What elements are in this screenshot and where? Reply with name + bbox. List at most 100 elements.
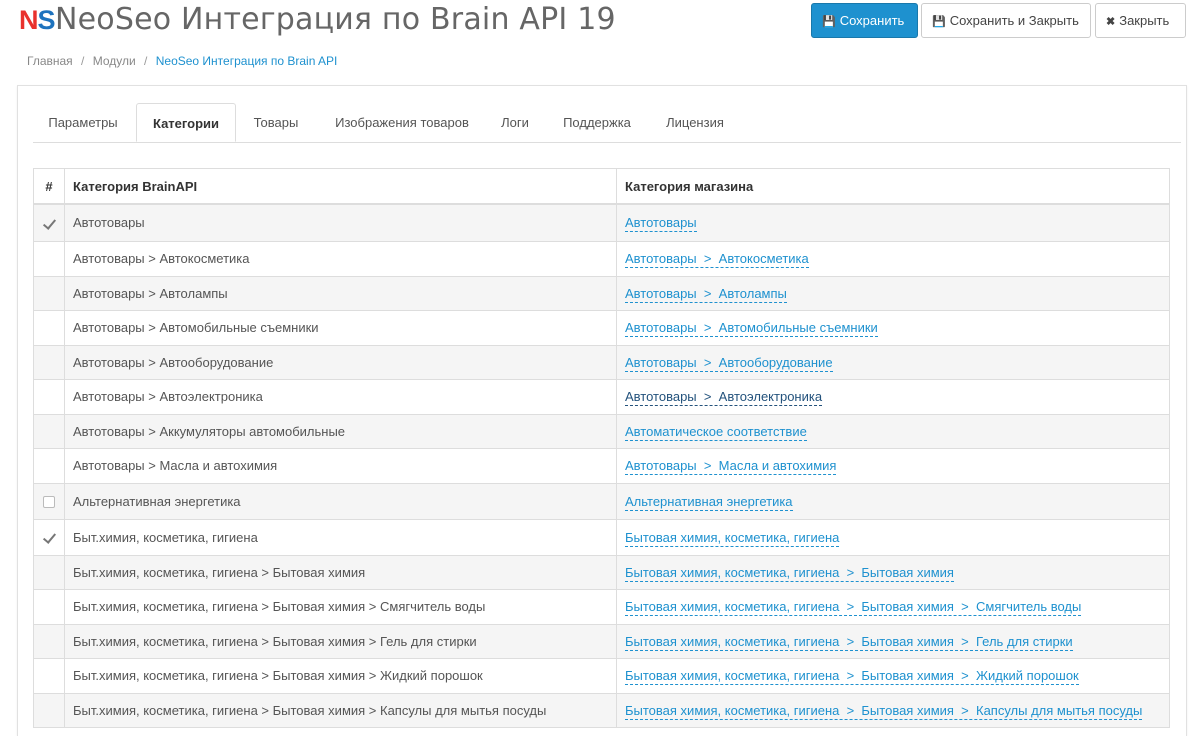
shop-category-link[interactable]: Бытовая химия, косметика, гигиена > Быто… [625, 564, 954, 582]
shop-category-cell: Бытовая химия, косметика, гигиена > Быто… [616, 588, 1170, 625]
brain-category-cell: Быт.химия, косметика, гигиена > Бытовая … [64, 692, 617, 728]
table-row: Автотовары > Автомобильные съемники Автот… [33, 309, 1170, 346]
row-select-cell [33, 692, 65, 728]
breadcrumb-modules[interactable]: Модули [93, 54, 136, 68]
brain-category-cell: Автотовары > Аккумуляторы автомобильные [64, 413, 617, 449]
row-checkbox-checked[interactable] [43, 218, 55, 230]
table-row: Автотовары > Масла и автохимия Автотовары… [33, 447, 1170, 484]
shop-category-cell: Автоматическое соответствие [616, 413, 1170, 449]
row-select-cell [33, 623, 65, 659]
row-select-cell [33, 482, 65, 520]
brain-category-cell: Автотовары > Масла и автохимия [64, 447, 617, 484]
floppy-disk-icon: 💾 [932, 16, 946, 28]
shop-category-link[interactable]: Автотовары > Автоэлектроника [625, 389, 823, 406]
shop-category-cell: Автотовары > Автолампы [616, 275, 1170, 311]
table-row: Автотовары Автотовары [33, 203, 1170, 242]
tab-license[interactable]: Лицензия [661, 103, 729, 142]
brain-category-cell: Быт.химия, косметика, гигиена [64, 518, 617, 556]
row-select-cell [33, 413, 65, 449]
row-checkbox-checked[interactable] [43, 532, 55, 544]
breadcrumb: Главная / Модули / NeoSeo Интеграция по … [27, 54, 337, 68]
table-row: Быт.химия, косметика, гигиена Бытовая хим… [33, 518, 1170, 556]
tab-products[interactable]: Товары [241, 103, 311, 142]
shop-category-link[interactable]: Бытовая химия, косметика, гигиена > Быто… [625, 633, 1073, 651]
table-row: Автотовары > Автооборудование Автотовары … [33, 344, 1170, 380]
save-button[interactable]: 💾 Сохранить [811, 3, 918, 38]
table-row: Альтернативная энергетика Альтернативная … [33, 482, 1170, 520]
table-row: Автотовары > Аккумуляторы автомобильные А… [33, 413, 1170, 449]
shop-category-link[interactable]: Автотовары > Автомобильные съемники [625, 320, 878, 337]
category-mapping-table: # Категория BrainAPI Категория магазина … [33, 168, 1170, 728]
brain-category-cell: Быт.химия, косметика, гигиена > Бытовая … [64, 657, 617, 694]
tab-parameters[interactable]: Параметры [33, 103, 133, 142]
row-select-cell [33, 240, 65, 277]
shop-category-cell: Бытовая химия, косметика, гигиена > Быто… [616, 554, 1170, 590]
brain-category-cell: Автотовары > Автокосметика [64, 240, 617, 277]
brain-category-cell: Быт.химия, косметика, гигиена > Бытовая … [64, 588, 617, 625]
shop-category-cell: Автотовары > Автооборудование [616, 344, 1170, 380]
brain-category-cell: Альтернативная энергетика [64, 482, 617, 520]
breadcrumb-separator: / [144, 54, 148, 68]
row-select-cell [33, 378, 65, 415]
breadcrumb-current[interactable]: NeoSeo Интеграция по Brain API [156, 54, 338, 68]
shop-category-link[interactable]: Автотовары > Масла и автохимия [625, 458, 837, 475]
shop-category-link[interactable]: Бытовая химия, косметика, гигиена > Быто… [625, 702, 1143, 720]
table-row: Быт.химия, косметика, гигиена > Бытовая … [33, 554, 1170, 590]
shop-category-link[interactable]: Бытовая химия, косметика, гигиена > Быто… [625, 599, 1082, 616]
shop-category-cell: Бытовая химия, косметика, гигиена > Быто… [616, 657, 1170, 694]
table-row: Быт.химия, косметика, гигиена > Бытовая … [33, 588, 1170, 625]
table-row: Быт.химия, косметика, гигиена > Бытовая … [33, 657, 1170, 694]
shop-category-link[interactable]: Автотовары > Автооборудование [625, 354, 833, 372]
shop-category-link[interactable]: Альтернативная энергетика [625, 493, 793, 511]
shop-category-link[interactable]: Бытовая химия, косметика, гигиена > Быто… [625, 668, 1079, 685]
row-select-cell [33, 588, 65, 625]
breadcrumb-home[interactable]: Главная [27, 54, 73, 68]
close-icon: ✖ [1106, 16, 1116, 28]
table-row: Быт.химия, косметика, гигиена > Бытовая … [33, 623, 1170, 659]
close-button[interactable]: ✖ Закрыть [1095, 3, 1186, 38]
tab-support[interactable]: Поддержка [559, 103, 635, 142]
brain-category-cell: Автотовары > Автооборудование [64, 344, 617, 380]
row-select-cell [33, 203, 65, 242]
tab-bar: Параметры Категории Товары Изображения т… [33, 103, 1181, 143]
shop-category-cell: Автотовары > Автомобильные съемники [616, 309, 1170, 346]
brain-category-cell: Автотовары > Автоэлектроника [64, 378, 617, 415]
shop-category-link[interactable]: Автоматическое соответствие [625, 423, 807, 441]
shop-category-cell: Альтернативная энергетика [616, 482, 1170, 520]
page-header: NS NeoSeo Интеграция по Brain API 19 💾 Со… [0, 0, 1200, 44]
floppy-disk-icon: 💾 [822, 16, 836, 28]
shop-category-cell: Бытовая химия, косметика, гигиена > Быто… [616, 692, 1170, 728]
column-header-shop-category[interactable]: Категория магазина [616, 168, 1170, 205]
brain-category-cell: Автотовары > Автомобильные съемники [64, 309, 617, 346]
brain-category-cell: Быт.химия, косметика, гигиена > Бытовая … [64, 623, 617, 659]
row-select-cell [33, 657, 65, 694]
table-row: Быт.химия, косметика, гигиена > Бытовая … [33, 692, 1170, 728]
tab-categories[interactable]: Категории [136, 103, 236, 142]
tab-logs[interactable]: Логи [495, 103, 535, 142]
brain-category-cell: Автотовары [64, 203, 617, 242]
row-select-cell [33, 309, 65, 346]
table-row: Автотовары > Автокосметика Автотовары > А… [33, 240, 1170, 277]
shop-category-cell: Автотовары > Автоэлектроника [616, 378, 1170, 415]
brain-category-cell: Быт.химия, косметика, гигиена > Бытовая … [64, 554, 617, 590]
shop-category-link[interactable]: Автотовары > Автокосметика [625, 251, 809, 268]
brain-category-cell: Автотовары > Автолампы [64, 275, 617, 311]
shop-category-link[interactable]: Бытовая химия, косметика, гигиена [625, 529, 840, 547]
column-header-brain-category[interactable]: Категория BrainAPI [64, 168, 617, 205]
shop-category-link[interactable]: Автотовары > Автолампы [625, 285, 787, 303]
shop-category-cell: Автотовары > Масла и автохимия [616, 447, 1170, 484]
shop-category-cell: Бытовая химия, косметика, гигиена [616, 518, 1170, 556]
save-and-close-button[interactable]: 💾 Сохранить и Закрыть [921, 3, 1091, 38]
neoseo-logo: NS [19, 5, 56, 35]
shop-category-cell: Автотовары [616, 203, 1170, 242]
breadcrumb-separator: / [81, 54, 85, 68]
shop-category-link[interactable]: Автотовары [625, 215, 697, 233]
column-header-number: # [33, 168, 65, 205]
row-select-cell [33, 344, 65, 380]
table-row: Автотовары > Автолампы Автотовары > Автол… [33, 275, 1170, 311]
table-header-row: # Категория BrainAPI Категория магазина [33, 168, 1170, 205]
page-title: NeoSeo Интеграция по Brain API 19 [55, 2, 616, 37]
row-checkbox[interactable] [43, 496, 55, 509]
row-select-cell [33, 518, 65, 556]
tab-product-images[interactable]: Изображения товаров [319, 103, 485, 142]
